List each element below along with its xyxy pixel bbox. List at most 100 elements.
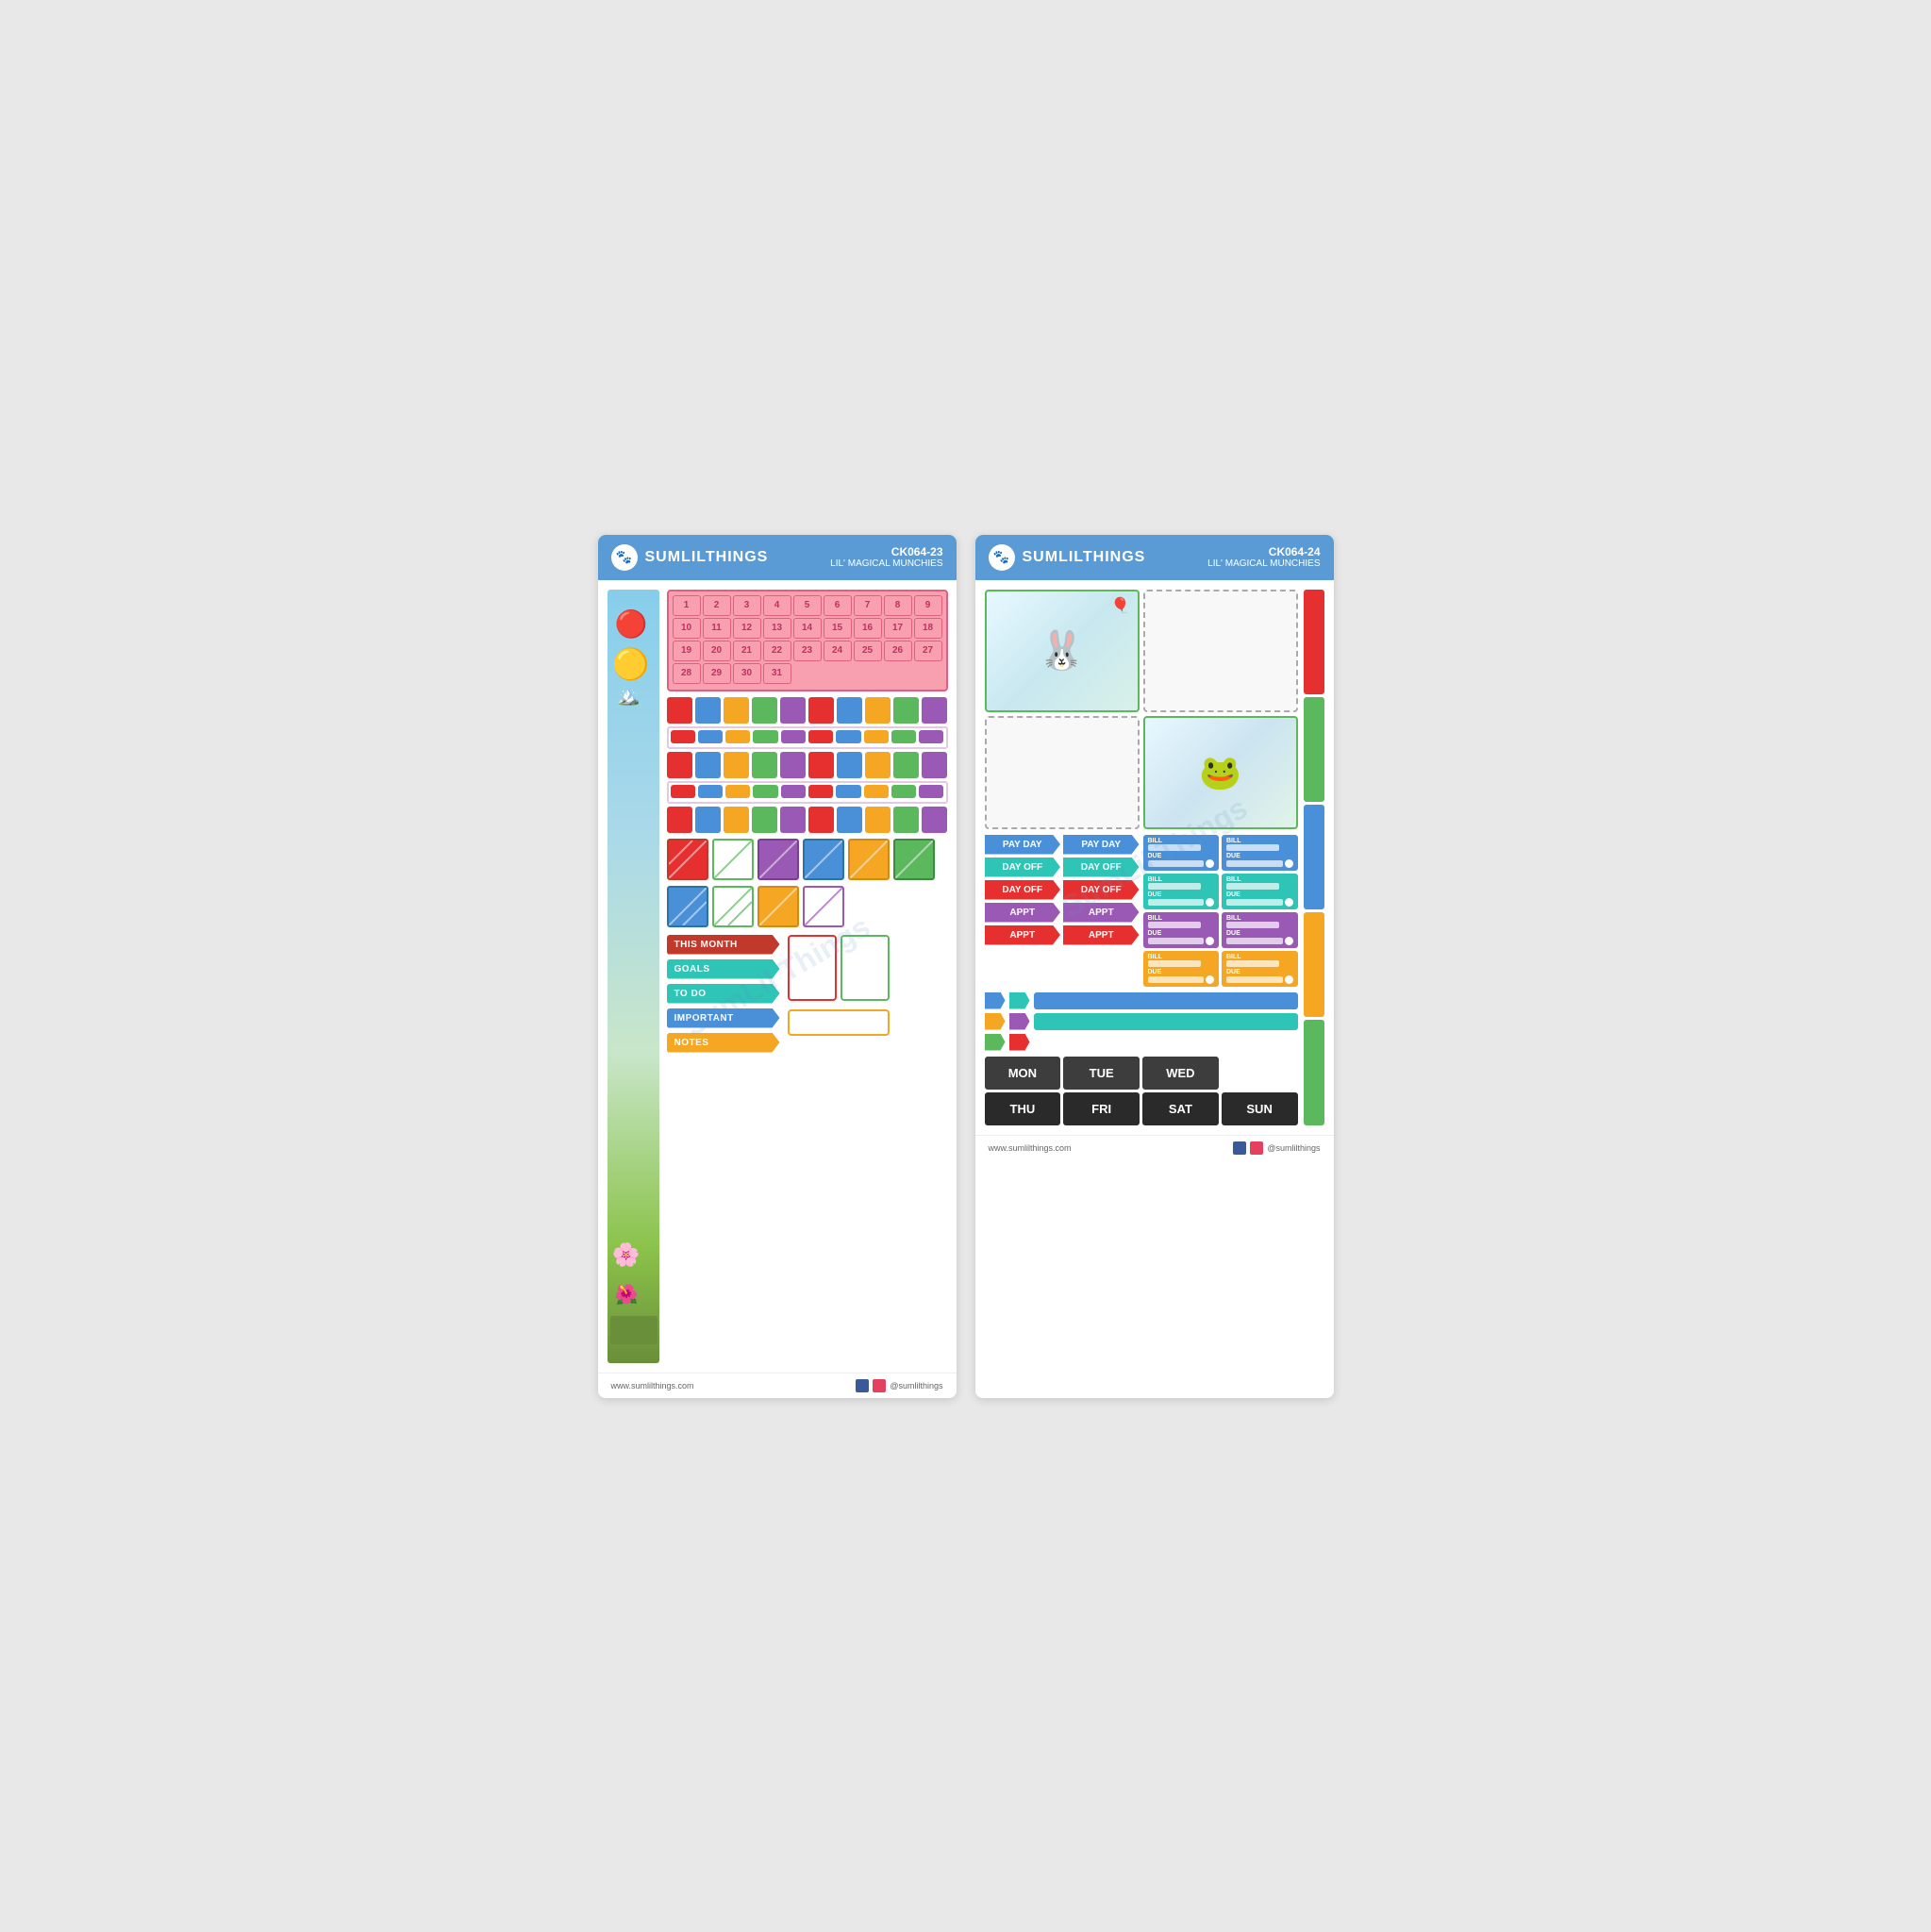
facebook-icon-1 [856,1379,869,1392]
sheet1-inner: 🔴 🟡 🏔️ 🌸 🌺 1 2 3 4 5 [608,590,947,1363]
goals-flag: GOALS [667,959,780,979]
outline-box-orange-wide [788,1009,890,1036]
num-empty-2 [824,663,852,684]
outline-boxes-row [788,935,890,1001]
flag-bar-row-1 [985,992,1298,1009]
label-flags-section: THIS MONTH GOALS TO DO IMPORTANT [667,935,948,1053]
num-1: 1 [673,595,701,616]
num-empty-4 [884,663,912,684]
bars-row-3 [667,807,948,833]
mountain: 🏔️ [617,684,641,708]
bar-purple-4 [922,752,947,778]
side-strips [1304,590,1324,1125]
num-23: 23 [793,641,822,661]
num-17: 17 [884,618,912,639]
due-circle-b2 [1285,859,1293,868]
hbar-red-3 [671,785,695,798]
instagram-icon-1 [873,1379,886,1392]
header-left-2: 🐾 SUMLILTHINGS [989,544,1146,571]
blank-dashed-box-left [985,716,1140,829]
due-circle-t2 [1285,898,1293,907]
hbar-purple-4 [919,785,943,798]
bar-purple-1 [780,697,806,724]
due-line-o1 [1148,976,1205,983]
bar-red-3 [667,752,692,778]
sq-blue-1 [803,839,844,880]
sheet-2: 🐾 SUMLILTHINGS CK064-24 LIL' MAGICAL MUN… [975,535,1334,1398]
hbar-red-2 [808,730,833,743]
bill-box-blue-2: BILL DUE [1222,835,1298,871]
bar-green-5 [752,807,777,833]
hbar-blue-3 [698,785,723,798]
dayoff-text-4: DAY OFF [1081,885,1122,895]
day-thu: THU [985,1092,1061,1125]
bar-green-1 [752,697,777,724]
due-row-b2 [1226,859,1293,868]
header-left-1: 🐾 SUMLILTHINGS [611,544,769,571]
day-fri: FRI [1063,1092,1140,1125]
hbar-red-1 [671,730,695,743]
sheet-2-footer: www.sumlilthings.com @sumlilthings [975,1135,1334,1160]
due-line-t1 [1148,899,1205,906]
mini-flag-orange [985,1013,1006,1030]
social-handle-1: @sumlilthings [890,1381,942,1391]
hbar-purple-3 [781,785,806,798]
hbar-green-4 [891,785,916,798]
payday-label-2: PAY DAY [1063,835,1140,855]
number-row-3: 19 20 21 22 23 24 25 26 27 [673,641,942,661]
event-labels-col: PAY DAY PAY DAY DAY OFF [985,835,1140,987]
outline-box-green [841,935,890,1001]
payday-text-1: PAY DAY [1003,840,1042,850]
product-code-1: CK064-23 [830,545,942,558]
bars-row-1 [667,697,948,724]
dayoff-text-2: DAY OFF [1081,862,1122,873]
num-18: 18 [914,618,942,639]
hbar-purple-1 [781,730,806,743]
sq-orange-2 [757,886,799,927]
due-line-b1 [1148,860,1205,867]
due-line-b2 [1226,860,1283,867]
due-circle-b1 [1206,859,1214,868]
sheet-2-content: SumLil Things 🐰 🎈 [975,580,1334,1135]
diagonal-svg-9 [759,888,797,925]
appt-text-3: APPT [1009,930,1035,941]
flag-bar-row-2 [985,1013,1298,1030]
days-grid: MON TUE WED THU [985,1057,1298,1125]
sq-green-1 [712,839,754,880]
num-6: 6 [824,595,852,616]
sq-blue-2 [667,886,708,927]
due-label-t2: DUE [1226,891,1293,898]
notes-label: NOTES [674,1038,709,1048]
number-row-2: 10 11 12 13 14 15 16 17 18 [673,618,942,639]
days-row-2: THU FRI SAT SUN [985,1092,1298,1125]
bill-line-o2 [1226,960,1279,967]
bar-blue-3 [695,752,721,778]
sheet-1-header: 🐾 SUMLILTHINGS CK064-23 LIL' MAGICAL MUN… [598,535,957,580]
payday-label-1: PAY DAY [985,835,1061,855]
outline-box-red [788,935,837,1001]
num-empty-1 [793,663,822,684]
bunny-character: 🐰 [1039,628,1086,673]
num-21: 21 [733,641,761,661]
num-27: 27 [914,641,942,661]
boxes-column [788,935,890,1053]
bar-orange-6 [865,807,891,833]
hbar-green-3 [753,785,777,798]
this-month-flag: THIS MONTH [667,935,780,955]
due-label-p2: DUE [1226,930,1293,937]
bars-row-half-1 [671,730,944,743]
diagonal-svg-5 [850,841,888,878]
small-squares-2 [667,886,948,927]
num-7: 7 [854,595,882,616]
flags-column: THIS MONTH GOALS TO DO IMPORTANT [667,935,780,1053]
due-row-t1 [1148,898,1215,907]
dayoff-label-1: DAY OFF [985,858,1061,877]
bill-line-o1 [1148,960,1201,967]
appt-text-4: APPT [1089,930,1114,941]
num-13: 13 [763,618,791,639]
due-row-o2 [1226,975,1293,984]
bar-blue-5 [695,807,721,833]
num-30: 30 [733,663,761,684]
due-label-b2: DUE [1226,853,1293,859]
num-2: 2 [703,595,731,616]
